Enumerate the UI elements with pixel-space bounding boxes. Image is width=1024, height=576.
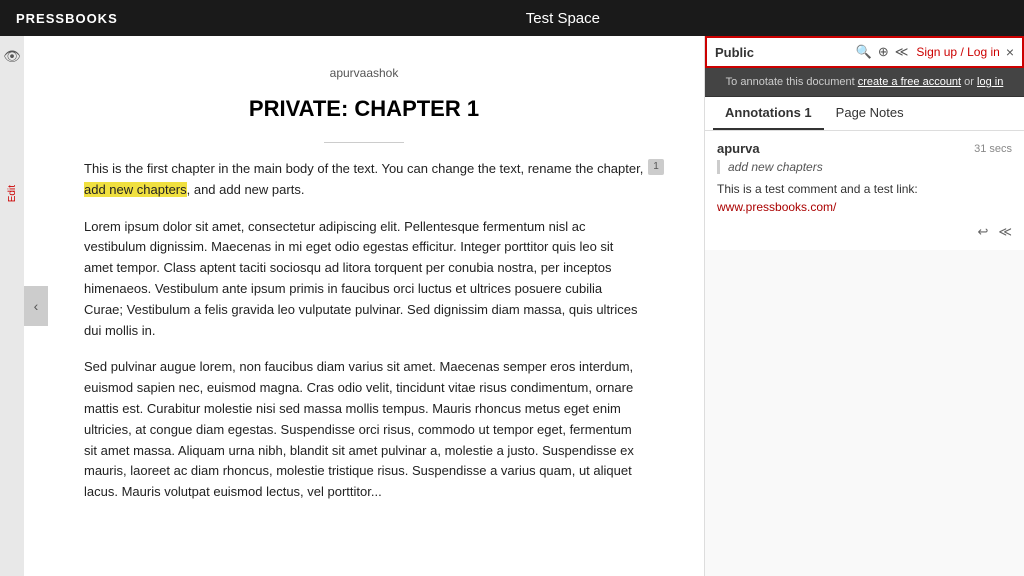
tab-page-notes[interactable]: Page Notes <box>824 97 916 130</box>
paragraph-3: Sed pulvinar augue lorem, non faucibus d… <box>84 357 644 503</box>
annotation-header: apurva 31 secs <box>717 141 1012 156</box>
annotation-link[interactable]: www.pressbooks.com/ <box>717 200 836 214</box>
chapter-title: PRIVATE: CHAPTER 1 <box>84 96 644 122</box>
annotate-icon[interactable]: ⊕ <box>878 44 889 60</box>
signup-link[interactable]: Sign up / Log in <box>916 45 999 59</box>
annotation-comment: This is a test comment and a test link: … <box>717 180 1012 216</box>
content-area: apurvaashok PRIVATE: CHAPTER 1 This is t… <box>24 36 704 576</box>
edit-label[interactable]: Edit <box>7 185 18 202</box>
highlighted-text: add new chapters <box>84 182 187 197</box>
annotation-quote: add new chapters <box>717 160 1012 174</box>
login-link[interactable]: log in <box>977 76 1003 88</box>
search-icon[interactable]: 🔍 <box>856 44 872 60</box>
annotation-tabs: Annotations 1 Page Notes <box>705 97 1024 131</box>
topbar-icons: 🔍 ⊕ ≪ <box>856 44 909 60</box>
close-button[interactable]: × <box>1006 44 1014 60</box>
eye-icon[interactable]: 👁 <box>3 48 21 65</box>
annotation-user: apurva <box>717 141 760 156</box>
annotation-actions: ↩ ≪ <box>717 224 1012 240</box>
left-sidebar: 👁 Edit <box>0 36 24 576</box>
brand-logo: PRESSBOOKS <box>16 11 118 26</box>
reply-icon[interactable]: ↩ <box>977 224 988 240</box>
back-button[interactable]: ‹ <box>24 286 48 326</box>
annotation-time: 31 secs <box>974 143 1012 155</box>
annotation-entry: apurva 31 secs add new chapters This is … <box>705 131 1024 250</box>
share-action-icon[interactable]: ≪ <box>998 224 1012 240</box>
annotation-marker[interactable]: 1 <box>648 159 664 175</box>
paragraph-2: Lorem ipsum dolor sit amet, consectetur … <box>84 217 644 342</box>
paragraph-1: This is the first chapter in the main bo… <box>84 159 644 201</box>
tab-annotations[interactable]: Annotations 1 <box>713 97 824 130</box>
share-icon[interactable]: ≪ <box>895 44 909 60</box>
page-title: Test Space <box>118 10 1008 27</box>
create-account-link[interactable]: create a free account <box>858 76 961 88</box>
rp-topbar: Public 🔍 ⊕ ≪ Sign up / Log in × <box>705 36 1024 68</box>
top-nav: PRESSBOOKS Test Space <box>0 0 1024 36</box>
public-label: Public <box>715 45 856 60</box>
main-layout: 👁 Edit apurvaashok PRIVATE: CHAPTER 1 Th… <box>0 36 1024 576</box>
annotation-notice: To annotate this document create a free … <box>705 68 1024 97</box>
username-display: apurvaashok <box>84 66 644 80</box>
separator <box>324 142 404 143</box>
right-panel: Public 🔍 ⊕ ≪ Sign up / Log in × To annot… <box>704 36 1024 576</box>
